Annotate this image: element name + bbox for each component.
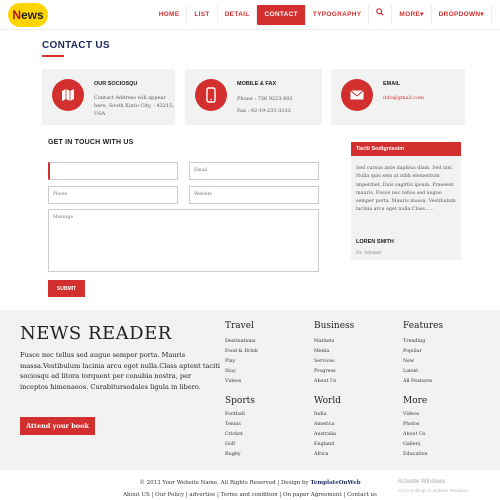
- nav-list[interactable]: LIST: [187, 5, 218, 25]
- footer-col-business-links[interactable]: Markets Media Services Progress About Us: [314, 337, 336, 387]
- top-navbar: News HOME LIST DETAIL CONTACT TYPOGRAPHY…: [0, 0, 500, 30]
- footer-col-travel-links[interactable]: Destinations Food & Drink Play Stay Vide…: [225, 337, 258, 387]
- phone-number: Phone : 756 9223 602: [237, 96, 293, 102]
- copyright-text: © 2013 Your Website Name. All Rights Res…: [139, 480, 311, 486]
- footer-col-sports-links[interactable]: Football Tennis Cricket Golf Rugby: [225, 410, 245, 460]
- widget-author-name: LOREN SMITH: [356, 239, 394, 245]
- phone-field[interactable]: Phone: [48, 186, 178, 204]
- email-link[interactable]: info@gmail.com: [383, 94, 463, 102]
- message-placeholder: Message: [53, 215, 74, 220]
- email-field[interactable]: Email: [189, 162, 319, 180]
- map-icon: [52, 79, 84, 111]
- phone-placeholder: Phone: [53, 192, 68, 197]
- website-placeholder: Website: [194, 192, 213, 197]
- designer-link[interactable]: TemplateOnWeb: [310, 480, 360, 486]
- nav-more[interactable]: MORE▾: [392, 5, 432, 25]
- footer-col-features-title: Features: [403, 321, 444, 331]
- nav-contact[interactable]: CONTACT: [257, 5, 306, 25]
- fax-number: Fax : 92-19-233-3333: [237, 108, 291, 114]
- address-text: Contact Address will appear here, South …: [94, 95, 174, 117]
- widget-text: Sed cursus ante dapibus diam. Sed nisi. …: [356, 166, 456, 213]
- nav-dropdown[interactable]: DROPDOWN▾: [432, 5, 492, 25]
- search-icon[interactable]: [369, 5, 393, 25]
- logo-letter: N: [12, 8, 21, 22]
- widget-heading: Taciti Sodignissim: [351, 142, 461, 156]
- footer-col-world-links[interactable]: India America Australia England Africa: [314, 410, 336, 460]
- nav-detail[interactable]: DETAIL: [218, 5, 258, 25]
- main-menu: HOME LIST DETAIL CONTACT TYPOGRAPHY MORE…: [152, 5, 492, 25]
- footer-brand: NEWS READER: [20, 323, 172, 344]
- phone-card: MOBILE & FAX Phone : 756 9223 602 Fax : …: [185, 69, 322, 125]
- footer-col-travel-title: Travel: [225, 321, 254, 331]
- activate-windows-title: Activate Windows: [398, 479, 446, 485]
- message-textarea[interactable]: Message: [48, 209, 319, 272]
- footer-col-more-links[interactable]: Videos Photos About Us Gallery Education: [403, 410, 428, 460]
- footer-col-world-title: World: [314, 396, 341, 406]
- address-title: OUR SOCIOSQU: [94, 81, 138, 87]
- email-placeholder: Email: [194, 168, 208, 173]
- activate-windows-subtitle: Go to Settings to activate Windows.: [398, 488, 470, 493]
- submit-button[interactable]: SUBMIT: [48, 280, 85, 297]
- title-underline: [42, 55, 64, 57]
- footer-description: Fusce nec tellus sed augue semper porta.…: [20, 351, 220, 391]
- email-card: EMAIL info@gmail.com: [331, 69, 465, 125]
- email-title: EMAIL: [383, 81, 401, 87]
- form-title: GET IN TOUCH WITH US: [48, 139, 134, 146]
- nav-home[interactable]: HOME: [152, 5, 188, 25]
- footer-col-more-title: More: [403, 396, 428, 406]
- site-logo[interactable]: News: [8, 3, 48, 27]
- logo-text: ews: [20, 8, 44, 22]
- footer-col-sports-title: Sports: [225, 396, 255, 406]
- widget-author-role: Dr. Adviser: [356, 251, 382, 256]
- footer-col-business-title: Business: [314, 321, 355, 331]
- envelope-icon: [341, 79, 373, 111]
- name-field[interactable]: [48, 162, 178, 180]
- address-card: OUR SOCIOSQU Contact Address will appear…: [42, 69, 175, 125]
- footer-col-features-links[interactable]: Trending Popular New Latest All Features: [403, 337, 432, 387]
- search-icon-svg: [376, 8, 385, 16]
- mobile-icon: [195, 79, 227, 111]
- nav-typography[interactable]: TYPOGRAPHY: [306, 5, 370, 25]
- attend-book-button[interactable]: Attend your book: [20, 417, 95, 435]
- website-field[interactable]: Website: [189, 186, 319, 204]
- page-title: CONTACT US: [42, 40, 110, 51]
- phone-title: MOBILE & FAX: [237, 81, 277, 87]
